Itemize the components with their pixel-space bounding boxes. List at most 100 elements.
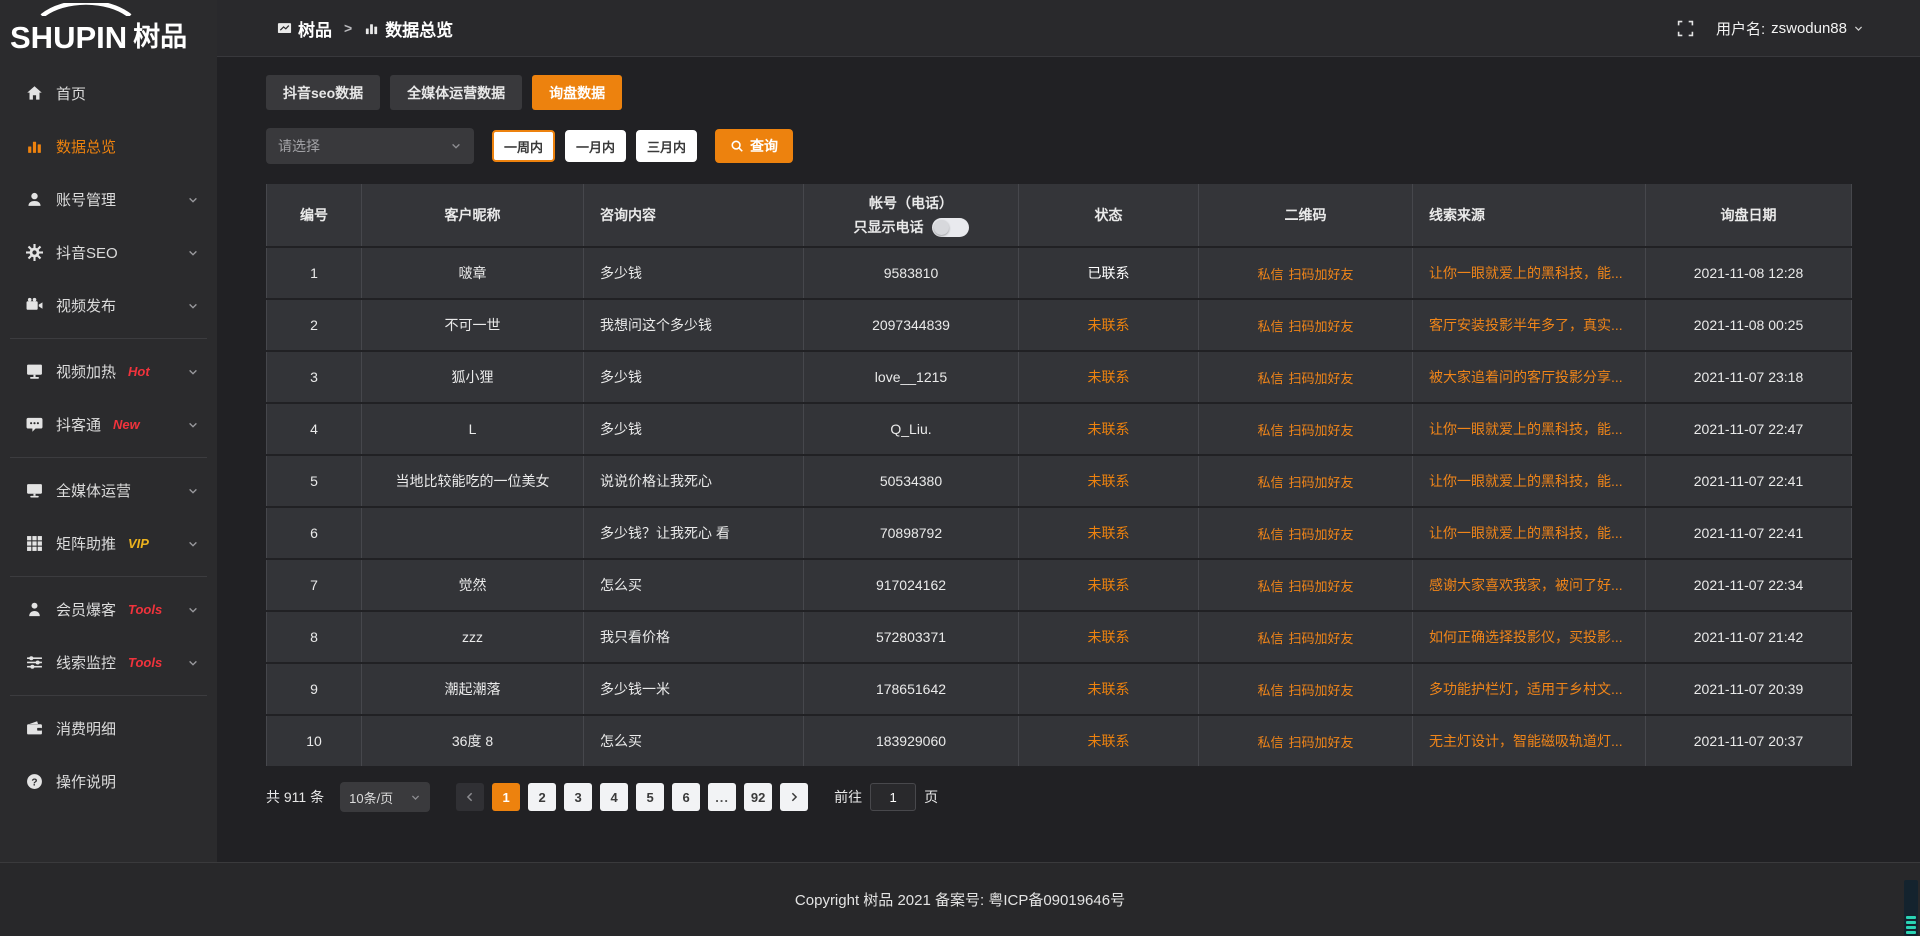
source-link[interactable]: 让你一眼就爱上的黑科技，能... [1429,419,1623,439]
cell-qrcode: 私信扫码加好友 [1199,352,1413,402]
sidebar-item-douyin-seo[interactable]: 抖音SEO [0,226,217,279]
qr-private-message-link[interactable]: 私信 [1257,735,1283,750]
range-button-month[interactable]: 一月内 [565,130,626,162]
qr-scan-add-friend-link[interactable]: 扫码加好友 [1289,475,1354,490]
sidebar-item-badge: Tools [128,655,162,670]
corner-widget[interactable] [1904,880,1918,936]
next-page-button[interactable] [780,783,808,811]
col-header-source: 线索来源 [1413,184,1646,246]
cell-id: 4 [266,404,362,454]
qr-private-message-link[interactable]: 私信 [1257,683,1283,698]
sidebar-item-label: 线索监控 [56,652,116,673]
cell-source: 多功能护栏灯，适用于乡村文... [1413,664,1646,714]
page-button-92[interactable]: 92 [744,783,772,811]
table-row: 6 多少钱？让我死心 看 70898792 未联系 私信扫码加好友 让你一眼就爱… [266,508,1852,558]
cell-status: 未联系 [1019,664,1199,714]
col-header-status: 状态 [1019,184,1199,246]
source-link[interactable]: 客厅安装投影半年多了，真实... [1429,315,1623,335]
source-link[interactable]: 多功能护栏灯，适用于乡村文... [1429,679,1623,699]
tab-douyin-seo-data[interactable]: 抖音seo数据 [266,75,380,110]
sidebar-item-data-overview[interactable]: 数据总览 [0,120,217,173]
source-link[interactable]: 如何正确选择投影仪，买投影... [1429,627,1623,647]
sidebar-item-operation-guide[interactable]: ? 操作说明 [0,755,217,808]
home-icon [26,85,43,102]
tab-media-ops-data[interactable]: 全媒体运营数据 [390,75,522,110]
page-button-3[interactable]: 3 [564,783,592,811]
cell-content: 说说价格让我死心 [584,456,804,506]
qr-private-message-link[interactable]: 私信 [1257,631,1283,646]
source-link[interactable]: 让你一眼就爱上的黑科技，能... [1429,263,1623,283]
cell-qrcode: 私信扫码加好友 [1199,456,1413,506]
source-link[interactable]: 被大家追着问的客厅投影分享... [1429,367,1623,387]
cell-id: 5 [266,456,362,506]
cell-content: 怎么买 [584,560,804,610]
qr-scan-add-friend-link[interactable]: 扫码加好友 [1289,683,1354,698]
filter-select[interactable]: 请选择 [266,128,474,164]
qr-private-message-link[interactable]: 私信 [1257,475,1283,490]
qr-private-message-link[interactable]: 私信 [1257,371,1283,386]
cell-content: 怎么买 [584,716,804,766]
qr-scan-add-friend-link[interactable]: 扫码加好友 [1289,371,1354,386]
page-button-5[interactable]: 5 [636,783,664,811]
goto-page-input[interactable] [870,783,916,811]
qr-scan-add-friend-link[interactable]: 扫码加好友 [1289,735,1354,750]
chevron-down-icon [187,657,199,669]
search-button[interactable]: 查询 [715,129,793,163]
sidebar-item-douketong[interactable]: 抖客通 New [0,398,217,451]
source-link[interactable]: 让你一眼就爱上的黑科技，能... [1429,523,1623,543]
fullscreen-icon[interactable] [1677,20,1694,37]
breadcrumb-label: 数据总览 [385,16,453,41]
sidebar-item-label: 抖客通 [56,414,101,435]
page-size-select[interactable]: 10条/页 [340,782,430,812]
sidebar-item-video-heat[interactable]: 视频加热 Hot [0,345,217,398]
sidebar-item-home[interactable]: 首页 [0,67,217,120]
main-area: 树品 > 数据总览 用户名: zswodun88 抖音seo数据全媒体运营数据询… [217,0,1920,862]
sidebar-item-matrix-boost[interactable]: 矩阵助推 VIP [0,517,217,570]
page-more-button[interactable]: ... [708,783,736,811]
source-link[interactable]: 感谢大家喜欢我家，被问了好... [1429,575,1623,595]
cell-source: 如何正确选择投影仪，买投影... [1413,612,1646,662]
qr-scan-add-friend-link[interactable]: 扫码加好友 [1289,527,1354,542]
cell-nickname [362,508,584,558]
table-row: 8 zzz 我只看价格 572803371 未联系 私信扫码加好友 如何正确选择… [266,612,1852,662]
sidebar-item-media-operation[interactable]: 全媒体运营 [0,464,217,517]
cell-date: 2021-11-07 22:34 [1646,560,1852,610]
range-button-quarter[interactable]: 三月内 [636,130,697,162]
cell-account: Q_Liu. [804,404,1019,454]
source-link[interactable]: 让你一眼就爱上的黑科技，能... [1429,471,1623,491]
sidebar-item-member-blast[interactable]: 会员爆客 Tools [0,583,217,636]
filter-row: 请选择 一周内一月内三月内 查询 [266,128,1852,164]
page-button-1[interactable]: 1 [492,783,520,811]
qr-private-message-link[interactable]: 私信 [1257,423,1283,438]
page-button-2[interactable]: 2 [528,783,556,811]
breadcrumb-item-current[interactable]: 数据总览 [364,16,453,41]
sidebar-item-label: 首页 [56,83,86,104]
sidebar-item-account-management[interactable]: 账号管理 [0,173,217,226]
member-icon [26,601,43,618]
phone-only-toggle[interactable] [932,218,969,237]
sidebar-divider [10,457,207,458]
table-row: 9 潮起潮落 多少钱一米 178651642 未联系 私信扫码加好友 多功能护栏… [266,664,1852,714]
sidebar-item-consumption-detail[interactable]: 消费明细 [0,702,217,755]
qr-private-message-link[interactable]: 私信 [1257,579,1283,594]
sidebar-item-clue-monitor[interactable]: 线索监控 Tools [0,636,217,689]
tab-inquiry-data[interactable]: 询盘数据 [532,75,622,110]
source-link[interactable]: 无主灯设计，智能磁吸轨道灯... [1429,731,1623,751]
range-button-week[interactable]: 一周内 [492,130,555,162]
page-button-4[interactable]: 4 [600,783,628,811]
qr-private-message-link[interactable]: 私信 [1257,527,1283,542]
user-menu[interactable]: 用户名: zswodun88 [1716,18,1864,39]
qr-scan-add-friend-link[interactable]: 扫码加好友 [1289,267,1354,282]
qr-scan-add-friend-link[interactable]: 扫码加好友 [1289,631,1354,646]
sidebar-item-video-publish[interactable]: 视频发布 [0,279,217,332]
prev-page-button[interactable] [456,783,484,811]
breadcrumb-item-home[interactable]: 树品 [277,16,332,41]
page-button-6[interactable]: 6 [672,783,700,811]
qr-scan-add-friend-link[interactable]: 扫码加好友 [1289,319,1354,334]
qr-private-message-link[interactable]: 私信 [1257,267,1283,282]
qr-scan-add-friend-link[interactable]: 扫码加好友 [1289,423,1354,438]
qr-private-message-link[interactable]: 私信 [1257,319,1283,334]
cell-account: 9583810 [804,248,1019,298]
qr-scan-add-friend-link[interactable]: 扫码加好友 [1289,579,1354,594]
svg-text:?: ? [31,777,37,788]
